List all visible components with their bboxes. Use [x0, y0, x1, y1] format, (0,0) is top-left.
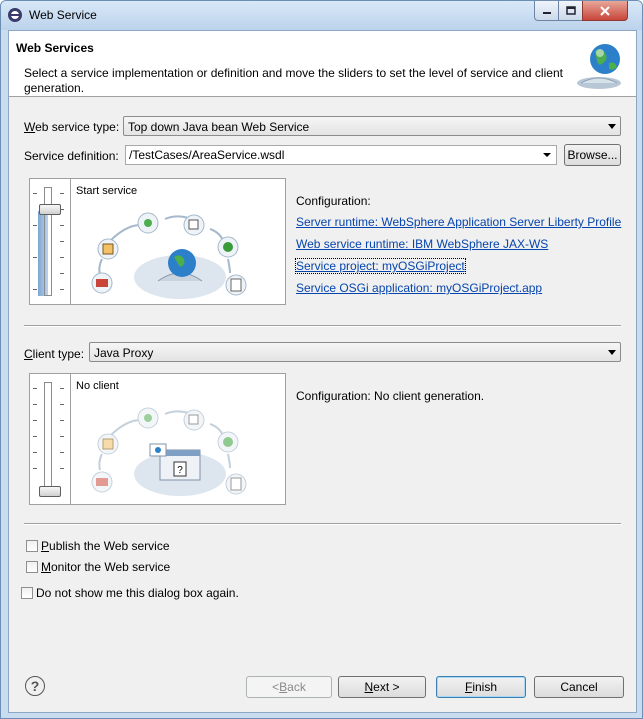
slider-tick [60, 452, 64, 453]
client-slider-panel: No client ? [29, 373, 286, 505]
publish-web-service-label: Publish the Web service [41, 539, 170, 553]
service-osgi-application-link[interactable]: Service OSGi application: myOSGiProject.… [296, 281, 542, 295]
maximize-icon [566, 5, 576, 15]
dialog-body: Web Services Select a service implementa… [8, 30, 637, 713]
page-description: Select a service implementation or defin… [24, 66, 563, 95]
slider-tick [33, 436, 37, 437]
finish-button[interactable]: Finish [436, 676, 526, 698]
slider-tick [60, 436, 64, 437]
slider-tick [60, 225, 64, 226]
publish-web-service-checkbox[interactable] [26, 540, 38, 552]
slider-tick [33, 225, 37, 226]
service-definition-input[interactable] [129, 148, 529, 162]
dialog-window: Web Service Web Services Select a servic… [0, 0, 643, 719]
client-type-select[interactable]: Java Proxy [89, 342, 621, 362]
close-button[interactable] [582, 1, 628, 21]
web-service-type-select[interactable]: Top down Java bean Web Service [123, 116, 621, 136]
slider-tick [33, 289, 37, 290]
client-type-value: Java Proxy [94, 346, 154, 360]
slider-thumb[interactable] [39, 204, 61, 215]
monitor-web-service-label: Monitor the Web service [41, 560, 171, 574]
browse-button[interactable]: Browse... [564, 144, 621, 166]
service-configuration-label: Configuration: [296, 194, 371, 208]
service-lifecycle-graphic [91, 212, 247, 299]
service-project-link[interactable]: Service project: myOSGiProject [295, 258, 466, 274]
client-level-slider[interactable] [30, 374, 71, 504]
slider-tick [33, 404, 37, 405]
client-type-label: Client type: [24, 347, 85, 361]
slider-tick [60, 193, 64, 194]
slider-tick [33, 420, 37, 421]
dont-show-again-label: Do not show me this dialog box again. [36, 586, 239, 600]
client-configuration-text: Configuration: No client generation. [296, 389, 485, 403]
service-definition-combo[interactable] [125, 145, 557, 165]
web-service-type-label: Web service type: [24, 120, 120, 134]
client-level-label: No client [76, 380, 119, 392]
slider-tick [60, 388, 64, 389]
slider-tick [60, 257, 64, 258]
slider-tick [33, 452, 37, 453]
minimize-icon [543, 11, 551, 14]
service-slider-panel: Start service [29, 178, 286, 305]
help-button[interactable]: ? [25, 676, 45, 696]
service-definition-label: Service definition: [24, 149, 119, 163]
slider-tick [60, 241, 64, 242]
maximize-button[interactable] [558, 1, 584, 21]
slider-tick [60, 209, 64, 210]
server-runtime-link[interactable]: Server runtime: WebSphere Application Se… [296, 215, 621, 229]
slider-tick [60, 404, 64, 405]
eclipse-app-icon [8, 8, 22, 22]
slider-tick [60, 468, 64, 469]
slider-tick [60, 289, 64, 290]
web-service-runtime-link[interactable]: Web service runtime: IBM WebSphere JAX-W… [296, 237, 548, 251]
title-bar[interactable]: Web Service [1, 1, 642, 30]
web-service-type-value: Top down Java bean Web Service [128, 120, 310, 134]
minimize-button[interactable] [534, 1, 560, 21]
wizard-header: Web Services Select a service implementa… [9, 31, 636, 97]
next-button[interactable]: Next > [338, 676, 426, 698]
chevron-down-icon [543, 153, 551, 157]
chevron-down-icon [608, 124, 616, 129]
client-lifecycle-graphic: ? [91, 407, 247, 496]
dont-show-again-checkbox[interactable] [21, 587, 33, 599]
slider-tick [60, 273, 64, 274]
page-title: Web Services [16, 41, 94, 55]
service-level-slider[interactable] [30, 179, 71, 304]
web-services-globe-icon [577, 44, 621, 89]
chevron-down-icon [608, 350, 616, 355]
close-icon [600, 5, 610, 16]
slider-tick [33, 468, 37, 469]
slider-tick [60, 420, 64, 421]
window-title: Web Service [29, 8, 97, 22]
help-icon: ? [30, 678, 40, 694]
back-button[interactable]: < Back [246, 676, 332, 698]
separator [24, 523, 621, 525]
slider-tick [33, 257, 37, 258]
separator [24, 325, 621, 327]
svg-text:?: ? [177, 465, 183, 476]
monitor-web-service-checkbox[interactable] [26, 561, 38, 573]
service-level-label: Start service [76, 185, 138, 197]
slider-tick [33, 193, 37, 194]
slider-tick [33, 388, 37, 389]
slider-thumb[interactable] [39, 486, 61, 497]
cancel-button[interactable]: Cancel [534, 676, 624, 698]
slider-track [44, 382, 52, 496]
